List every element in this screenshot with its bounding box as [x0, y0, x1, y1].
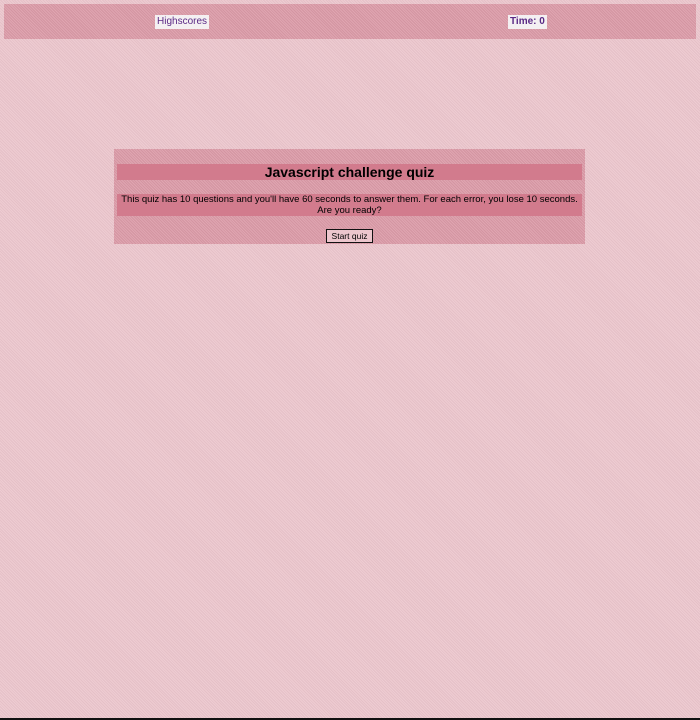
start-quiz-button[interactable]: Start quiz: [326, 229, 373, 243]
timer-display: Time: 0: [508, 15, 547, 29]
header-bar: Highscores Time: 0: [4, 4, 696, 39]
highscores-link[interactable]: Highscores: [155, 15, 210, 29]
quiz-title: Javascript challenge quiz: [117, 164, 582, 180]
quiz-intro-card: Javascript challenge quiz This quiz has …: [114, 149, 585, 244]
quiz-intro-text: This quiz has 10 questions and you'll ha…: [117, 194, 582, 216]
